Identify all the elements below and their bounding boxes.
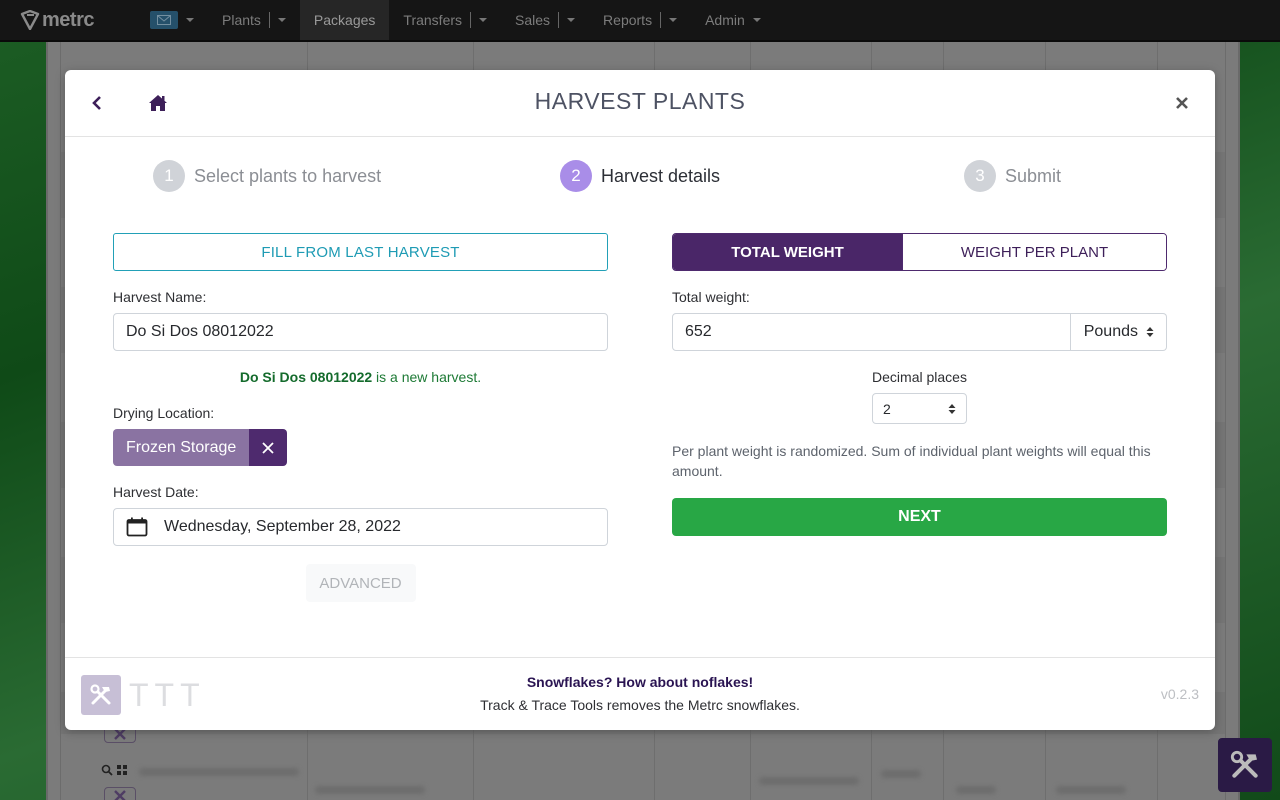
chevron-down-icon[interactable] — [277, 18, 286, 22]
new-harvest-hint: Do Si Dos 08012022 is a new harvest. — [113, 369, 608, 385]
harvest-date-input[interactable]: Wednesday, September 28, 2022 — [113, 508, 608, 546]
nav-sales[interactable]: Sales — [501, 0, 589, 40]
nav-packages[interactable]: Packages — [299, 0, 390, 40]
step-number: 3 — [964, 160, 996, 192]
step-label: Select plants to harvest — [194, 165, 382, 186]
track-trace-tools-button[interactable] — [1218, 738, 1272, 792]
step-submit[interactable]: 3 Submit — [964, 160, 1061, 192]
background-blurred-text — [956, 786, 996, 794]
step-label: Submit — [1005, 165, 1062, 186]
nav-plants[interactable]: Plants — [208, 0, 300, 40]
divider — [558, 12, 560, 28]
harvest-details-right: TOTAL WEIGHT WEIGHT PER PLANT Total weig… — [672, 233, 1167, 536]
nav-reports[interactable]: Reports — [589, 0, 691, 40]
harvest-name-value: Do Si Dos 08012022 — [126, 323, 274, 340]
version-label: v0.2.3 — [1160, 686, 1199, 702]
step-select-plants[interactable]: 1 Select plants to harvest — [153, 160, 381, 192]
hint-suffix: is a new harvest. — [372, 369, 482, 385]
advanced-button[interactable]: ADVANCED — [305, 564, 416, 602]
harvest-date-value: Wednesday, September 28, 2022 — [164, 518, 401, 535]
background-blurred-text — [881, 770, 921, 778]
drying-location-label: Drying Location: — [113, 405, 215, 421]
decimal-places-select[interactable]: 2 — [872, 393, 967, 424]
nav-reports-label: Reports — [603, 12, 653, 28]
modal-title: HARVEST PLANTS — [534, 88, 746, 114]
next-button[interactable]: NEXT — [672, 498, 1167, 536]
sort-arrows-icon — [948, 403, 956, 414]
step-label: Harvest details — [601, 165, 721, 186]
chevron-down-icon — [186, 18, 194, 22]
decimal-places-value: 2 — [883, 400, 891, 417]
weight-per-plant-tab[interactable]: WEIGHT PER PLANT — [902, 234, 1166, 270]
drying-location-chip[interactable]: Frozen Storage — [113, 429, 288, 466]
metrc-shield-icon — [20, 10, 40, 30]
harvest-plants-modal: HARVEST PLANTS 1 Select plants to harves… — [65, 70, 1215, 730]
envelope-icon — [150, 11, 178, 29]
clear-drying-location-button[interactable] — [249, 429, 288, 466]
harvest-date-label: Harvest Date: — [113, 484, 199, 500]
background-blurred-text — [315, 786, 425, 794]
randomization-note: Per plant weight is randomized. Sum of i… — [672, 443, 1151, 479]
promo-title: Snowflakes? How about noflakes! — [526, 674, 754, 690]
total-weight-input[interactable]: 652 — [672, 313, 1071, 351]
step-number: 1 — [153, 160, 185, 192]
step-harvest-details[interactable]: 2 Harvest details — [560, 160, 720, 192]
close-icon — [262, 441, 274, 454]
nav-admin[interactable]: Admin — [691, 0, 775, 40]
harvest-name-label: Harvest Name: — [113, 289, 207, 305]
total-weight-label: Total weight: — [672, 289, 750, 305]
weight-mode-toggle: TOTAL WEIGHT WEIGHT PER PLANT — [672, 233, 1167, 271]
sort-arrows-icon — [1146, 327, 1154, 337]
close-icon — [1176, 97, 1188, 109]
harvest-name-input[interactable]: Do Si Dos 08012022 — [113, 313, 608, 351]
nav-packages-label: Packages — [313, 12, 376, 28]
drying-location-value: Frozen Storage — [113, 429, 250, 466]
nav-admin-label: Admin — [705, 12, 745, 28]
search-icon — [101, 764, 113, 776]
promo-message: Snowflakes? How about noflakes! Track & … — [65, 674, 1215, 713]
messages-dropdown[interactable] — [150, 11, 194, 29]
background-blurred-text — [139, 768, 299, 776]
background-blurred-text — [1056, 786, 1126, 794]
modal-footer: TTT Snowflakes? How about noflakes! Trac… — [65, 657, 1215, 730]
step-number: 2 — [560, 160, 592, 192]
harvest-details-left: FILL FROM LAST HARVEST Harvest Name: Do … — [113, 233, 608, 602]
background-tools-button — [104, 787, 136, 800]
close-button[interactable] — [1171, 92, 1193, 114]
decimal-places-label: Decimal places — [872, 369, 967, 385]
unit-select[interactable]: Pounds — [1071, 313, 1167, 351]
background-row-icons — [101, 764, 127, 776]
grid-icon — [117, 765, 127, 775]
tools-icon — [1230, 750, 1258, 778]
top-navbar: metrc Plants Packages Transfers Sales Re… — [0, 0, 1280, 42]
modal-header: HARVEST PLANTS — [65, 70, 1215, 137]
wizard-stepper: 1 Select plants to harvest 2 Harvest det… — [65, 160, 1215, 194]
chevron-down-icon[interactable] — [669, 18, 678, 22]
divider — [470, 12, 472, 28]
hint-harvest-name: Do Si Dos 08012022 — [239, 369, 373, 385]
nav-sales-label: Sales — [515, 12, 551, 28]
brand-name: metrc — [42, 8, 94, 31]
chevron-down-icon — [752, 18, 761, 22]
chevron-down-icon[interactable] — [567, 18, 576, 22]
total-weight-group: 652 Pounds — [672, 313, 1167, 351]
total-weight-tab[interactable]: TOTAL WEIGHT — [673, 234, 902, 270]
nav-transfers[interactable]: Transfers — [389, 0, 501, 40]
unit-selected-value: Pounds — [1083, 323, 1138, 340]
background-blurred-text — [759, 777, 859, 785]
promo-subtitle: Track & Trace Tools removes the Metrc sn… — [480, 697, 800, 713]
calendar-icon[interactable] — [126, 517, 148, 537]
total-weight-value: 652 — [685, 323, 712, 340]
chevron-down-icon[interactable] — [479, 18, 488, 22]
fill-from-last-harvest-button[interactable]: FILL FROM LAST HARVEST — [113, 233, 608, 271]
nav-plants-label: Plants — [222, 12, 261, 28]
divider — [268, 12, 270, 28]
metrc-logo[interactable]: metrc — [20, 9, 130, 32]
nav-transfers-label: Transfers — [403, 12, 463, 28]
divider — [660, 12, 662, 28]
